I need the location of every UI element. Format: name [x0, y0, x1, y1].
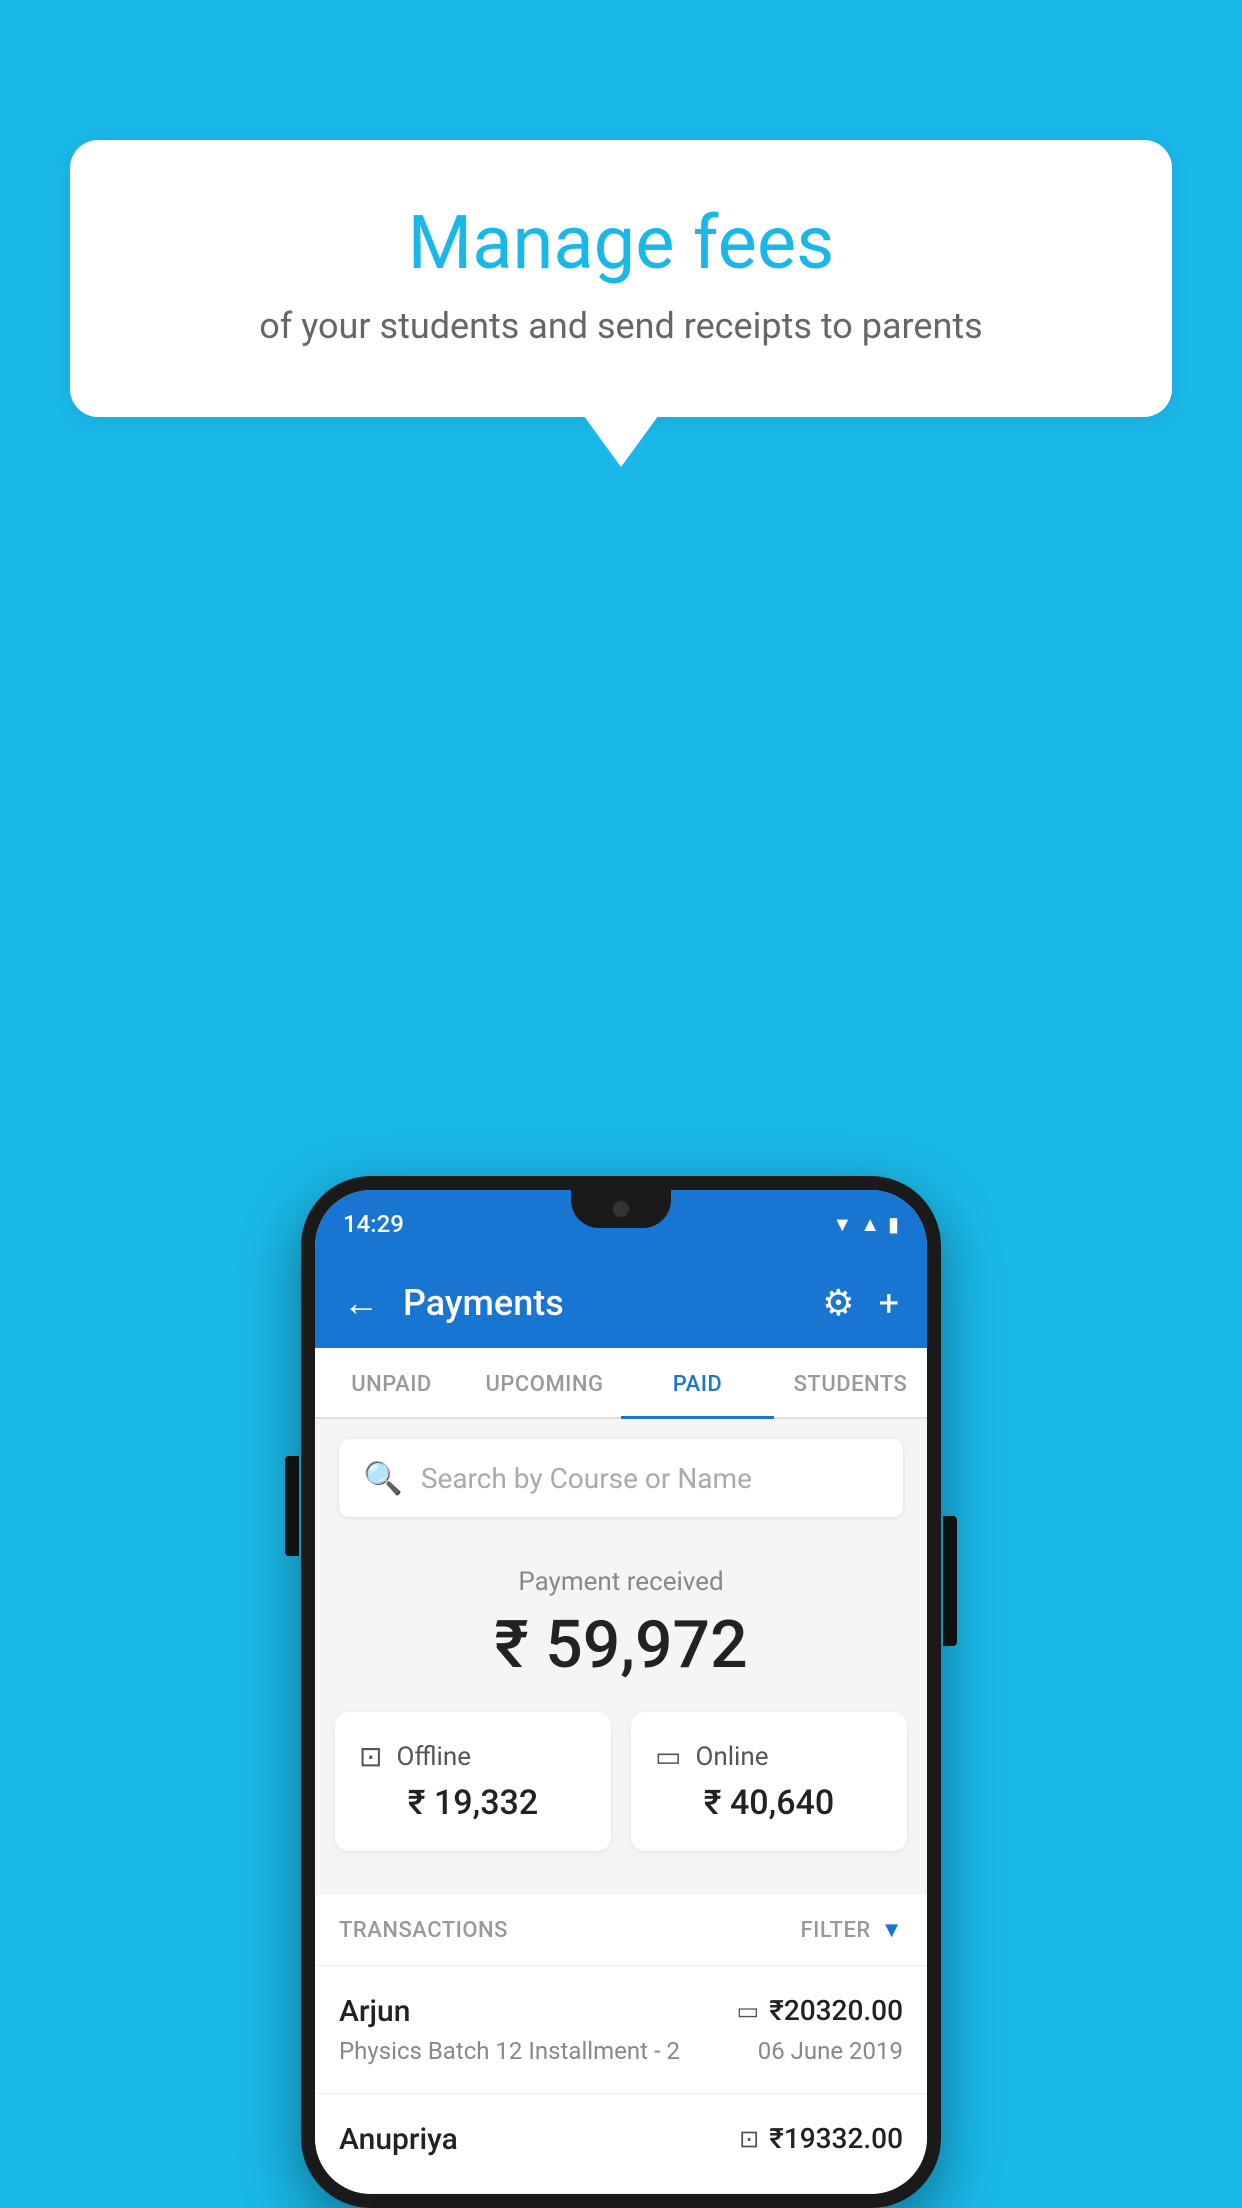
transactions-header: TRANSACTIONS FILTER ▼ — [315, 1895, 927, 1966]
camera — [613, 1201, 629, 1217]
tab-paid[interactable]: PAID — [621, 1348, 774, 1417]
online-icon: ▭ — [655, 1740, 681, 1773]
speech-bubble-area: Manage fees of your students and send re… — [70, 140, 1172, 417]
signal-icon: ▲ — [860, 1212, 880, 1237]
txn-bottom-row1: Physics Batch 12 Installment - 2 06 June… — [339, 2037, 903, 2065]
offline-icon: ⊡ — [359, 1740, 382, 1773]
payment-section: Payment received ₹ 59,972 ⊡ Offline ₹ 19… — [315, 1537, 927, 1895]
payment-total-amount: ₹ 59,972 — [315, 1607, 927, 1684]
txn-top-row2: Anupriya ⊡ ₹19332.00 — [339, 2122, 903, 2157]
status-time: 14:29 — [343, 1210, 404, 1238]
search-icon: 🔍 — [363, 1459, 403, 1497]
online-label: Online — [695, 1742, 768, 1772]
back-button[interactable]: ← — [343, 1282, 379, 1324]
add-icon[interactable]: + — [879, 1282, 899, 1324]
online-card: ▭ Online ₹ 40,640 — [631, 1712, 907, 1851]
txn-amount-2: ₹19332.00 — [769, 2122, 903, 2155]
tab-upcoming[interactable]: UPCOMING — [468, 1348, 621, 1417]
txn-payment-icon-2: ⊡ — [739, 2125, 759, 2153]
wifi-icon: ▼ — [832, 1212, 852, 1237]
app-bar-title: Payments — [403, 1282, 798, 1324]
txn-payment-icon-1: ▭ — [737, 1997, 760, 2025]
phone-wrapper: 14:29 ▼ ▲ ▮ ← Payments ⚙ + — [301, 1176, 941, 2208]
app-bar: ← Payments ⚙ + — [315, 1258, 927, 1348]
tab-unpaid[interactable]: UNPAID — [315, 1348, 468, 1417]
tab-students[interactable]: STUDENTS — [774, 1348, 927, 1417]
search-bar[interactable]: 🔍 Search by Course or Name — [339, 1439, 903, 1517]
txn-top-row1: Arjun ▭ ₹20320.00 — [339, 1994, 903, 2029]
offline-label: Offline — [396, 1742, 471, 1772]
battery-icon: ▮ — [888, 1212, 899, 1236]
filter-button[interactable]: FILTER ▼ — [800, 1917, 903, 1943]
transaction-row[interactable]: Arjun ▭ ₹20320.00 Physics Batch 12 Insta… — [315, 1966, 927, 2094]
app-bar-icons: ⚙ + — [822, 1282, 899, 1324]
offline-card: ⊡ Offline ₹ 19,332 — [335, 1712, 611, 1851]
speech-bubble: Manage fees of your students and send re… — [70, 140, 1172, 417]
search-placeholder: Search by Course or Name — [421, 1462, 752, 1495]
settings-icon[interactable]: ⚙ — [822, 1282, 854, 1324]
transaction-row-2[interactable]: Anupriya ⊡ ₹19332.00 — [315, 2094, 927, 2194]
filter-label: FILTER — [800, 1918, 870, 1943]
txn-name-1: Arjun — [339, 1994, 410, 2029]
tabs-bar: UNPAID UPCOMING PAID STUDENTS — [315, 1348, 927, 1419]
search-container: 🔍 Search by Course or Name — [315, 1419, 927, 1537]
status-bar: 14:29 ▼ ▲ ▮ — [315, 1190, 927, 1258]
bubble-subtitle: of your students and send receipts to pa… — [150, 305, 1092, 347]
status-icons: ▼ ▲ ▮ — [832, 1212, 899, 1237]
phone-screen: 14:29 ▼ ▲ ▮ ← Payments ⚙ + — [315, 1190, 927, 2194]
txn-amount-wrap-1: ▭ ₹20320.00 — [737, 1994, 903, 2027]
txn-desc-1: Physics Batch 12 Installment - 2 — [339, 2037, 680, 2065]
bubble-title: Manage fees — [150, 200, 1092, 287]
txn-amount-1: ₹20320.00 — [769, 1994, 903, 2027]
payment-cards-row: ⊡ Offline ₹ 19,332 ▭ Online ₹ 40,640 — [315, 1712, 927, 1875]
online-amount: ₹ 40,640 — [655, 1783, 883, 1823]
payment-received-label: Payment received — [315, 1567, 927, 1597]
filter-icon: ▼ — [881, 1917, 903, 1943]
txn-name-2: Anupriya — [339, 2122, 458, 2157]
offline-card-header: ⊡ Offline — [359, 1740, 587, 1773]
txn-amount-wrap-2: ⊡ ₹19332.00 — [739, 2122, 903, 2155]
offline-amount: ₹ 19,332 — [359, 1783, 587, 1823]
notch — [571, 1190, 671, 1228]
online-card-header: ▭ Online — [655, 1740, 883, 1773]
txn-date-1: 06 June 2019 — [758, 2037, 903, 2065]
transactions-label: TRANSACTIONS — [339, 1918, 508, 1943]
phone-device: 14:29 ▼ ▲ ▮ ← Payments ⚙ + — [301, 1176, 941, 2208]
